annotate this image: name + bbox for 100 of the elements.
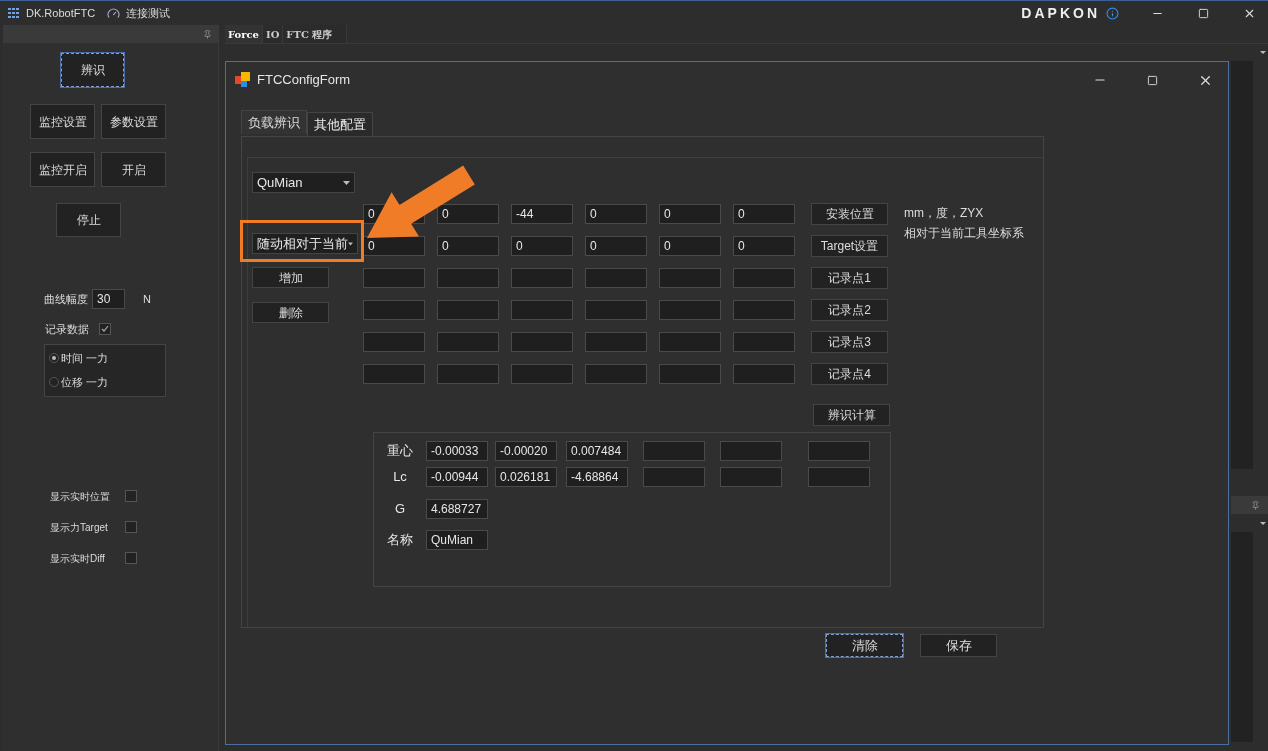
tab[interactable]: Force <box>225 25 263 43</box>
input-field[interactable]: 0 <box>659 204 721 224</box>
radio-option[interactable]: 时间 一力 <box>49 349 165 366</box>
maximize-icon[interactable] <box>1147 74 1158 86</box>
button[interactable]: 记录点3 <box>811 331 888 353</box>
checkbox[interactable] <box>99 323 111 336</box>
radio-button[interactable] <box>49 377 59 388</box>
field-label: Lc <box>392 468 408 487</box>
input-field[interactable]: 0 <box>585 236 647 256</box>
input-field[interactable] <box>733 332 795 352</box>
input-field[interactable] <box>659 364 721 384</box>
input-field[interactable]: QuMian <box>426 530 488 550</box>
input-field[interactable] <box>808 467 870 487</box>
menu-item[interactable]: 连接测试 <box>126 4 171 22</box>
button[interactable]: 辨识计算 <box>813 404 890 426</box>
checkbox[interactable] <box>125 552 137 564</box>
button[interactable]: 辨识 <box>61 53 124 87</box>
info-icon[interactable] <box>1106 6 1119 20</box>
input-field[interactable] <box>437 364 499 384</box>
tab[interactable]: FTC 程序 <box>283 25 348 43</box>
button[interactable]: 记录点4 <box>811 363 888 385</box>
maximize-icon[interactable] <box>1198 7 1209 19</box>
caret-icon[interactable] <box>1260 521 1266 525</box>
input-field[interactable] <box>363 300 425 320</box>
input-field[interactable]: -0.00944 <box>426 467 488 487</box>
note-text: mm，度，ZYX <box>904 205 985 222</box>
input-field[interactable]: 0 <box>437 204 499 224</box>
button[interactable]: 保存 <box>920 634 997 657</box>
input-field[interactable]: 0 <box>733 236 795 256</box>
checkbox-label: 记录数据 <box>45 322 89 337</box>
input-field[interactable] <box>733 300 795 320</box>
input-field[interactable] <box>733 268 795 288</box>
app-icon <box>235 72 253 88</box>
input-field[interactable] <box>643 441 705 461</box>
checkbox[interactable] <box>125 490 137 502</box>
input-field[interactable] <box>585 364 647 384</box>
input-field[interactable] <box>585 332 647 352</box>
input-field[interactable]: 0 <box>585 204 647 224</box>
pin-icon[interactable] <box>203 29 212 39</box>
field-label: G <box>393 500 407 519</box>
button[interactable]: 增加 <box>252 267 329 288</box>
input-field[interactable] <box>511 332 573 352</box>
input-field[interactable]: 0 <box>437 236 499 256</box>
input-field[interactable] <box>720 467 782 487</box>
input-field[interactable] <box>511 300 573 320</box>
input-field[interactable]: 0 <box>659 236 721 256</box>
input-field[interactable] <box>363 268 425 288</box>
input-field[interactable]: 0 <box>511 236 573 256</box>
radio-option[interactable]: 位移 一力 <box>49 374 165 391</box>
input-field[interactable]: -4.68864 <box>566 467 628 487</box>
button[interactable]: Target设置 <box>811 235 888 257</box>
button[interactable]: 监控开启 <box>30 152 95 187</box>
input-field[interactable]: 0.007484 <box>566 441 628 461</box>
input-field[interactable]: 30 <box>92 289 125 309</box>
input-field[interactable]: 0 <box>733 204 795 224</box>
button[interactable]: 删除 <box>252 302 329 323</box>
button[interactable]: 参数设置 <box>101 104 166 139</box>
button[interactable]: 监控设置 <box>30 104 95 139</box>
input-field[interactable]: 4.688727 <box>426 499 488 519</box>
input-field[interactable]: -0.00033 <box>426 441 488 461</box>
input-field[interactable] <box>363 364 425 384</box>
input-field[interactable] <box>659 332 721 352</box>
input-field[interactable] <box>437 268 499 288</box>
input-field[interactable]: -0.00020 <box>495 441 557 461</box>
tab[interactable]: 其他配置 <box>307 112 373 136</box>
input-field[interactable] <box>437 300 499 320</box>
button[interactable]: 清除 <box>826 634 903 657</box>
gauge-icon <box>107 6 121 20</box>
input-field[interactable] <box>643 467 705 487</box>
input-field[interactable]: 0.026181 <box>495 467 557 487</box>
app-grid-icon <box>8 8 20 18</box>
radio-button[interactable] <box>49 352 59 363</box>
caret-icon <box>348 241 353 246</box>
checkbox-label: 显示实时Diff <box>50 551 106 566</box>
dropdown[interactable]: 随动相对于当前 <box>252 233 358 254</box>
dropdown[interactable]: QuMian <box>252 172 355 193</box>
checkbox[interactable] <box>125 521 137 533</box>
input-field[interactable] <box>511 364 573 384</box>
button[interactable]: 开启 <box>101 152 166 187</box>
field-label: 名称 <box>386 531 414 550</box>
input-field[interactable] <box>585 268 647 288</box>
button[interactable]: 安装位置 <box>811 203 888 225</box>
input-field[interactable] <box>720 441 782 461</box>
button[interactable]: 记录点1 <box>811 267 888 289</box>
dialog-title: FTCConfigForm <box>257 71 351 90</box>
caret-icon[interactable] <box>1260 51 1266 54</box>
input-field[interactable] <box>363 332 425 352</box>
logo: DAPKON <box>1021 3 1100 23</box>
input-field[interactable] <box>437 332 499 352</box>
input-field[interactable] <box>733 364 795 384</box>
input-field[interactable]: -44 <box>511 204 573 224</box>
input-field[interactable] <box>511 268 573 288</box>
input-field[interactable] <box>659 268 721 288</box>
input-field[interactable] <box>659 300 721 320</box>
input-field[interactable] <box>585 300 647 320</box>
input-field[interactable] <box>808 441 870 461</box>
button[interactable]: 记录点2 <box>811 299 888 321</box>
button[interactable]: 停止 <box>56 203 121 237</box>
tab[interactable]: 负载辨识 <box>241 110 307 134</box>
pin-icon[interactable] <box>1251 500 1260 510</box>
